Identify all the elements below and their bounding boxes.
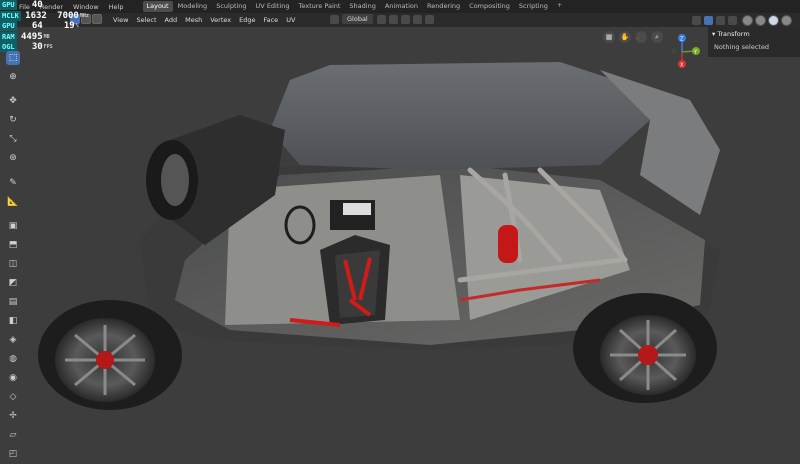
top-menubar: File Render Window Help Layout Modeling … — [0, 0, 800, 13]
scale-icon[interactable]: ⤡ — [6, 132, 20, 146]
stat-value: 4495 — [20, 31, 43, 42]
gizmo-x-label: X — [680, 63, 684, 69]
wireframe-shading-icon[interactable] — [742, 15, 753, 26]
tab-modeling[interactable]: Modeling — [174, 1, 212, 12]
tab-shading[interactable]: Shading — [345, 1, 379, 12]
loop-cut-icon[interactable]: ▤ — [6, 295, 20, 309]
stat-unit: MHz — [79, 12, 89, 19]
hand-pan-icon[interactable]: ✋ — [619, 31, 631, 43]
stat-value-2: 19 — [63, 21, 75, 32]
stat-row: GPU 64 19 % — [0, 21, 89, 32]
extrude-icon[interactable]: ⬒ — [6, 238, 20, 252]
menu-edge[interactable]: Edge — [235, 16, 259, 24]
transform-title: Transform — [717, 30, 750, 38]
gizmo-toggle-icon[interactable] — [704, 16, 713, 25]
transform-orientation-icon — [330, 14, 339, 24]
tab-animation[interactable]: Animation — [381, 1, 422, 12]
zoom-icon[interactable]: ⌕ — [651, 31, 663, 43]
move-icon[interactable]: ✥ — [6, 94, 20, 108]
camera-icon[interactable]: 🎥 — [635, 31, 647, 43]
orientation-dropdown[interactable]: Global — [342, 14, 373, 24]
menu-mesh[interactable]: Mesh — [181, 16, 206, 24]
stat-label: MCLK — [0, 10, 21, 21]
header-tools: Global — [330, 14, 437, 24]
falloff-icon[interactable] — [424, 14, 434, 24]
stat-row: MCLK 1632 7000 MHz — [0, 10, 89, 22]
navigation-gizmo[interactable]: Z Y X — [668, 30, 702, 70]
tab-sculpting[interactable]: Sculpting — [212, 1, 250, 12]
add-cube-icon[interactable]: ▣ — [6, 219, 20, 233]
stat-row: RAM 4495 MB — [0, 31, 89, 43]
menu-uv[interactable]: UV — [282, 16, 299, 24]
tab-layout[interactable]: Layout — [142, 1, 173, 12]
menu-vertex[interactable]: Vertex — [206, 16, 235, 24]
transform-panel: ▾ Transform Nothing selected — [708, 27, 800, 57]
spin-icon[interactable]: ◍ — [6, 352, 20, 366]
gizmo-z-label: Z — [680, 37, 684, 43]
tool-shelf: ⬚ ⊕ ✥ ↻ ⤡ ⊛ ✎ 📐 ▣ ⬒ ◫ ◩ ▤ ◧ ◈ ◍ ◉ ◇ ✢ ▱ … — [3, 48, 23, 464]
poly-build-icon[interactable]: ◈ — [6, 333, 20, 347]
select-box-icon[interactable]: ⬚ — [6, 50, 20, 65]
annotate-icon[interactable]: ✎ — [6, 176, 20, 190]
stat-row: GPU 40 — [0, 0, 89, 11]
menu-face[interactable]: Face — [259, 16, 282, 24]
transform-icon[interactable]: ⊛ — [6, 151, 20, 165]
xray-icon[interactable] — [728, 16, 737, 25]
stat-value: 30 — [31, 42, 43, 53]
menu-view[interactable]: View — [109, 16, 132, 24]
menu-add[interactable]: Add — [161, 16, 182, 24]
smooth-icon[interactable]: ◉ — [6, 371, 20, 385]
rip-icon[interactable]: ◰ — [6, 447, 20, 461]
stat-unit: MB — [43, 33, 50, 40]
pivot-icon[interactable] — [376, 14, 386, 24]
knife-icon[interactable]: ◧ — [6, 314, 20, 328]
stat-unit: % — [75, 23, 79, 30]
stat-label: RAM — [0, 31, 17, 42]
collapse-arrow-icon: ▾ — [712, 30, 716, 38]
viewport-nav: ▦ ✋ 🎥 ⌕ — [603, 31, 667, 43]
shear-icon[interactable]: ▱ — [6, 428, 20, 442]
stat-label: GPU — [0, 0, 17, 11]
measure-icon[interactable]: 📐 — [6, 195, 20, 209]
performance-overlay: GPU 40 MCLK 1632 7000 MHz GPU 64 19 % RA… — [0, 0, 89, 53]
proportional-edit-icon[interactable] — [412, 14, 422, 24]
add-workspace-icon[interactable]: + — [553, 1, 566, 12]
stat-value: 64 — [31, 21, 43, 32]
snap-icon[interactable] — [388, 14, 398, 24]
bevel-icon[interactable]: ◩ — [6, 276, 20, 290]
workspace-tabs: Layout Modeling Sculpting UV Editing Tex… — [142, 1, 567, 12]
inset-icon[interactable]: ◫ — [6, 257, 20, 271]
tab-compositing[interactable]: Compositing — [465, 1, 514, 12]
tab-scripting[interactable]: Scripting — [515, 1, 552, 12]
menu-help[interactable]: Help — [104, 3, 129, 11]
edge-slide-icon[interactable]: ◇ — [6, 390, 20, 404]
tab-texture-paint[interactable]: Texture Paint — [294, 1, 344, 12]
stat-label: GPU — [0, 21, 17, 32]
stat-value-2: 7000 — [57, 10, 79, 21]
snap-target-icon[interactable] — [400, 14, 410, 24]
viewport-header: View Select Add Mesh Vertex Edge Face UV… — [0, 13, 800, 27]
overlay-icon[interactable] — [716, 16, 725, 25]
transform-panel-header[interactable]: ▾ Transform — [708, 27, 800, 41]
stat-unit: FPS — [43, 44, 53, 51]
menu-select[interactable]: Select — [132, 16, 160, 24]
material-shading-icon[interactable] — [768, 15, 779, 26]
stat-value: 1632 — [25, 10, 47, 21]
rendered-shading-icon[interactable] — [781, 15, 792, 26]
viewport-3d[interactable] — [0, 27, 800, 450]
transform-status: Nothing selected — [714, 43, 770, 51]
solid-shading-icon[interactable] — [755, 15, 766, 26]
cursor-icon[interactable]: ⊕ — [6, 70, 20, 84]
tab-rendering[interactable]: Rendering — [423, 1, 464, 12]
stat-value: 40 — [31, 0, 43, 11]
rotate-icon[interactable]: ↻ — [6, 113, 20, 127]
tab-uv-editing[interactable]: UV Editing — [252, 1, 294, 12]
visibility-icon[interactable] — [692, 16, 701, 25]
shading-controls — [692, 15, 792, 26]
toggle-camera-grid-icon[interactable]: ▦ — [603, 31, 615, 43]
shrink-fatten-icon[interactable]: ✢ — [6, 409, 20, 423]
face-select-mode-icon[interactable] — [92, 14, 102, 24]
